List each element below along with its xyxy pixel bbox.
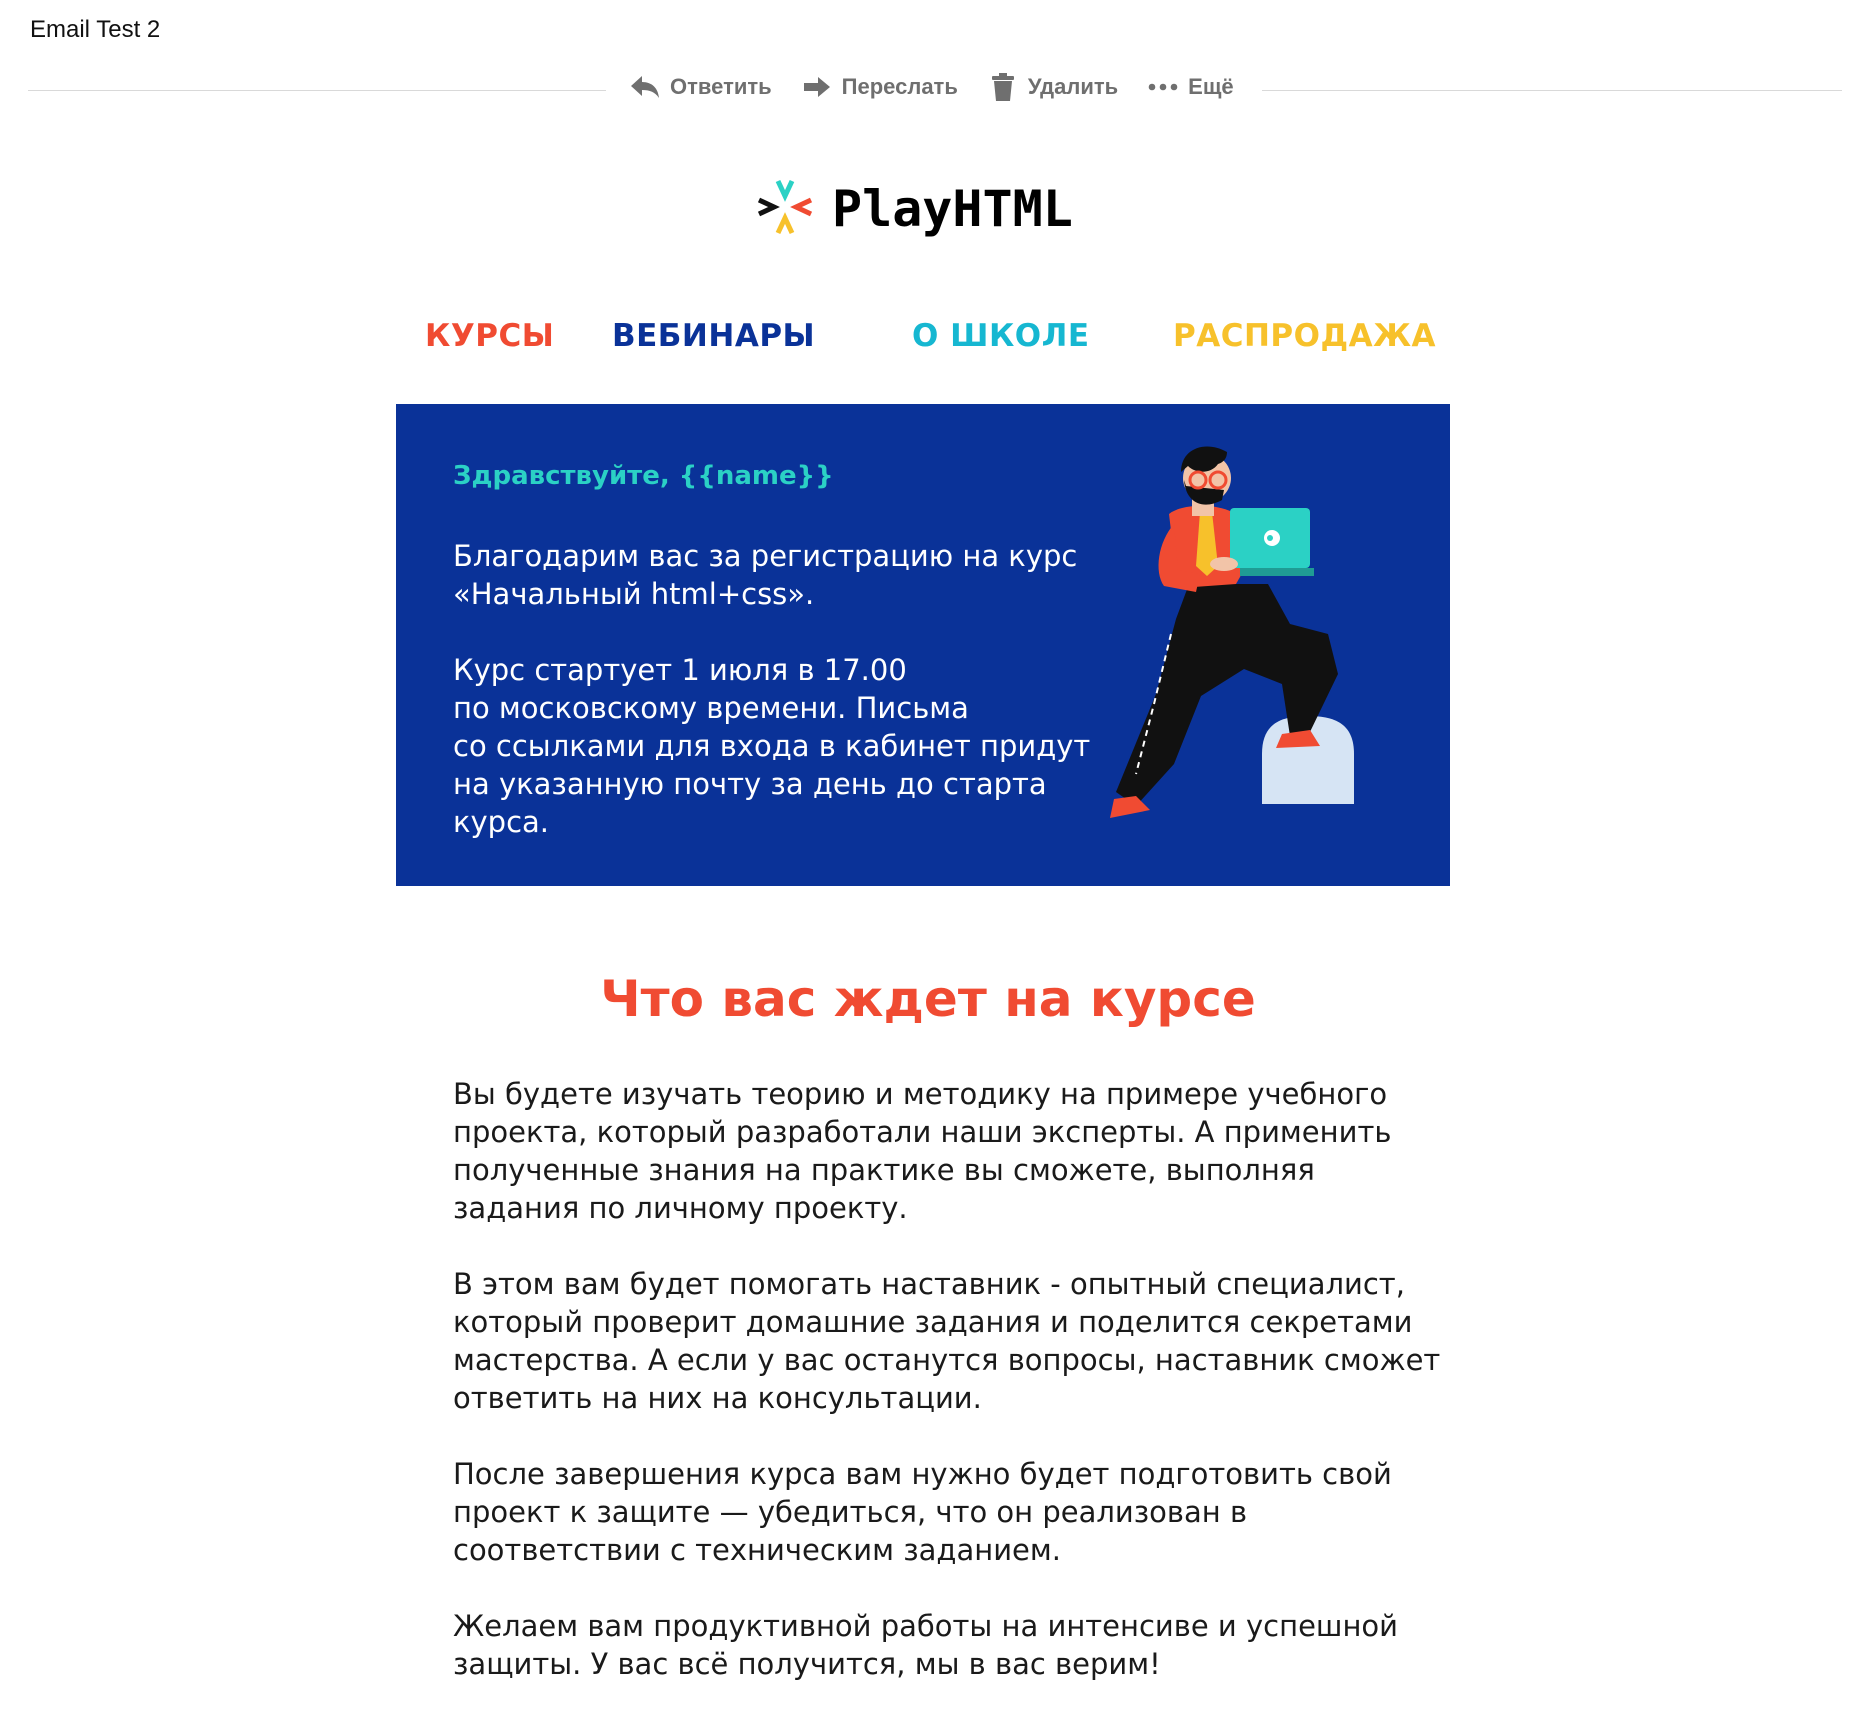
more-dots-icon bbox=[1148, 72, 1178, 102]
section-body: Вы будете изучать теорию и методику на п… bbox=[453, 1075, 1453, 1721]
forward-icon bbox=[802, 72, 832, 102]
developer-illustration bbox=[1076, 434, 1416, 868]
reply-icon bbox=[630, 72, 660, 102]
brand-logo[interactable]: PlayHTML bbox=[756, 178, 1073, 240]
hero-banner: Здравствуйте, {{name}} Благодарим вас за… bbox=[396, 404, 1450, 886]
hero-paragraph: Благодарим вас за регистрацию на курс «Н… bbox=[453, 539, 1078, 611]
delete-button[interactable]: Удалить bbox=[988, 72, 1118, 102]
forward-button[interactable]: Переслать bbox=[802, 72, 958, 102]
body-paragraph: Вы будете изучать теорию и методику на п… bbox=[453, 1077, 1392, 1225]
greeting: Здравствуйте, {{name}} bbox=[453, 461, 834, 491]
forward-label: Переслать bbox=[841, 74, 958, 99]
toolbar-divider-right bbox=[1262, 90, 1842, 91]
reply-label: Ответить bbox=[670, 74, 772, 99]
hero-paragraph: Курс стартует 1 июля в 17.00 по московск… bbox=[453, 653, 1091, 839]
brand-mark-icon bbox=[756, 178, 814, 240]
body-paragraph: После завершения курса вам нужно будет п… bbox=[453, 1457, 1392, 1567]
email-toolbar: Ответить Переслать Удалить Ещё bbox=[630, 72, 1234, 102]
main-nav: КУРСЫ ВЕБИНАРЫ О ШКОЛЕ РАСПРОДАЖА bbox=[420, 318, 1436, 364]
toolbar-divider-left bbox=[28, 90, 606, 91]
section-title: Что вас ждет на курсе bbox=[600, 970, 1256, 1028]
reply-button[interactable]: Ответить bbox=[630, 72, 772, 102]
hero-text: Благодарим вас за регистрацию на курс «Н… bbox=[453, 537, 1093, 879]
nav-item-sale[interactable]: РАСПРОДАЖА bbox=[1173, 318, 1436, 354]
body-paragraph: Желаем вам продуктивной работы на интенс… bbox=[453, 1609, 1398, 1681]
body-paragraph: В этом вам будет помогать наставник - оп… bbox=[453, 1267, 1441, 1415]
nav-item-courses[interactable]: КУРСЫ bbox=[425, 318, 554, 354]
brand-name: PlayHTML bbox=[832, 180, 1073, 238]
more-label: Ещё bbox=[1188, 74, 1234, 99]
nav-item-webinars[interactable]: ВЕБИНАРЫ bbox=[612, 318, 815, 354]
more-button[interactable]: Ещё bbox=[1148, 72, 1234, 102]
nav-item-about[interactable]: О ШКОЛЕ bbox=[912, 318, 1090, 354]
email-subject: Email Test 2 bbox=[30, 16, 161, 43]
trash-icon bbox=[988, 72, 1018, 102]
delete-label: Удалить bbox=[1027, 74, 1119, 99]
